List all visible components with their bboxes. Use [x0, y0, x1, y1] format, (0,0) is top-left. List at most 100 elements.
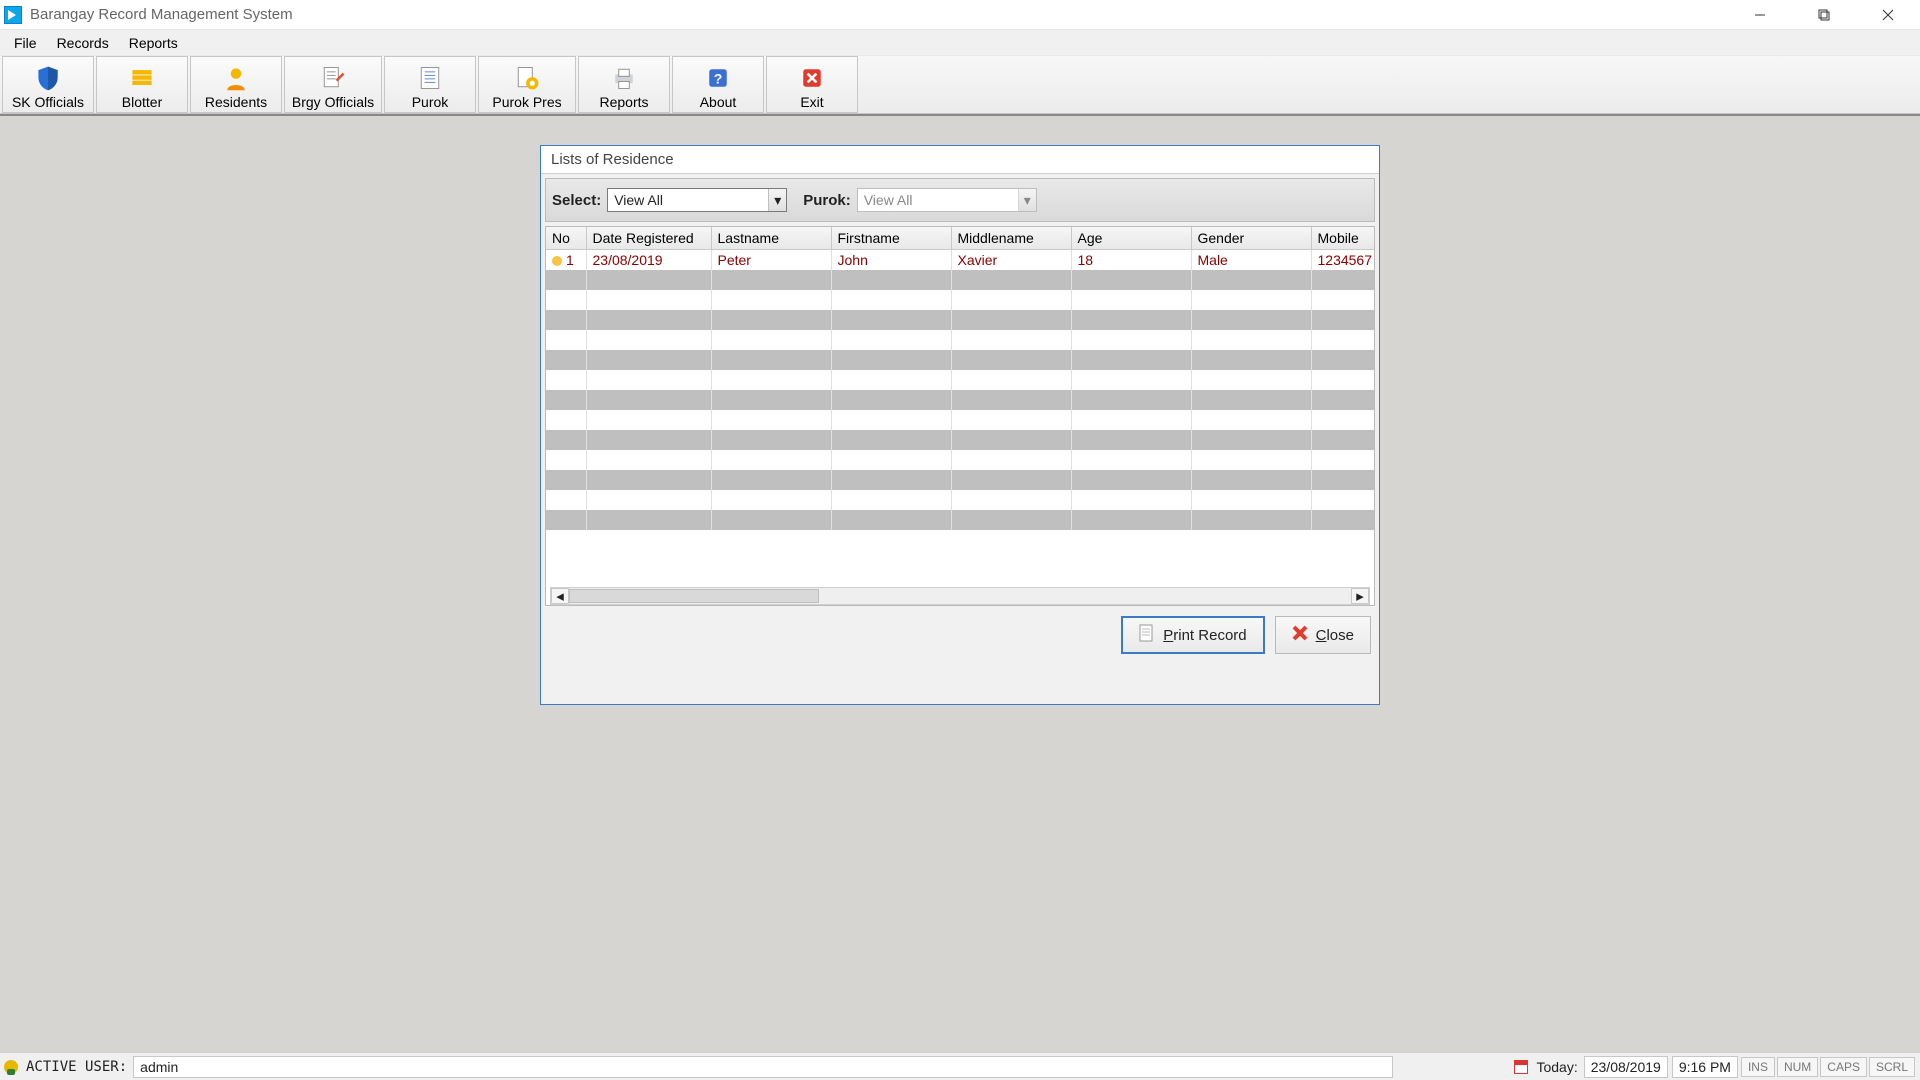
- table-row-empty: [546, 410, 1375, 430]
- table-body: 123/08/2019PeterJohnXavier18Male1234567: [546, 250, 1375, 530]
- toolbar-label: About: [700, 94, 737, 110]
- today-time: 9:16 PM: [1672, 1056, 1738, 1078]
- chevron-down-icon: ▾: [1018, 189, 1036, 211]
- status-scrl: SCRL: [1869, 1057, 1915, 1077]
- menu-reports[interactable]: Reports: [119, 32, 188, 54]
- select-label: Select:: [552, 192, 601, 209]
- toolbar-label: Exit: [800, 94, 823, 110]
- status-ins: INS: [1741, 1057, 1775, 1077]
- menu-file[interactable]: File: [4, 32, 47, 54]
- dialog-footer: Print Record Close: [541, 606, 1379, 662]
- toolbar-label: Blotter: [122, 94, 162, 110]
- close-icon: [798, 64, 826, 92]
- title-bar: Barangay Record Management System: [0, 0, 1920, 30]
- residence-list-dialog: Lists of Residence Select: View All ▾ Pu…: [540, 145, 1380, 705]
- table-row-empty: [546, 390, 1375, 410]
- status-caps: CAPS: [1820, 1057, 1867, 1077]
- table-row-empty: [546, 350, 1375, 370]
- window-title: Barangay Record Management System: [30, 6, 293, 23]
- scroll-thumb[interactable]: [569, 589, 819, 603]
- print-record-button[interactable]: Print Record: [1121, 616, 1264, 654]
- minimize-button[interactable]: [1742, 1, 1778, 29]
- select-combo-value: View All: [614, 192, 663, 208]
- page-icon: [1139, 624, 1155, 646]
- toolbar-reports[interactable]: Reports: [578, 56, 670, 113]
- chevron-down-icon: ▾: [768, 189, 786, 211]
- purok-combo[interactable]: View All ▾: [857, 188, 1037, 212]
- row-indicator-icon: [552, 256, 562, 266]
- stack-icon: [128, 64, 156, 92]
- document-edit-icon: [319, 64, 347, 92]
- table-header-row: No Date Registered Lastname Firstname Mi…: [546, 227, 1375, 250]
- scroll-left-icon[interactable]: ◂: [551, 588, 569, 604]
- toolbar-label: Reports: [599, 94, 648, 110]
- gear-icon: [513, 64, 541, 92]
- select-combo[interactable]: View All ▾: [607, 188, 787, 212]
- scroll-right-icon[interactable]: ▸: [1351, 588, 1369, 604]
- person-icon: [222, 64, 250, 92]
- help-icon: ?: [704, 64, 732, 92]
- col-middlename[interactable]: Middlename: [951, 227, 1071, 250]
- close-button[interactable]: Close: [1275, 616, 1371, 654]
- toolbar-about[interactable]: ? About: [672, 56, 764, 113]
- purok-label: Purok:: [803, 192, 851, 209]
- table-row-empty: [546, 310, 1375, 330]
- residence-table: No Date Registered Lastname Firstname Mi…: [546, 227, 1375, 530]
- maximize-button[interactable]: [1806, 1, 1842, 29]
- table-row-empty: [546, 330, 1375, 350]
- toolbar-label: Purok: [412, 94, 449, 110]
- svg-text:?: ?: [714, 70, 723, 86]
- calendar-icon: [1514, 1060, 1528, 1074]
- horizontal-scrollbar[interactable]: ◂ ▸: [550, 587, 1370, 605]
- active-user-label: ACTIVE USER:: [22, 1059, 131, 1075]
- window-controls: [1742, 1, 1916, 29]
- filter-bar: Select: View All ▾ Purok: View All ▾: [545, 178, 1375, 222]
- toolbar-label: Residents: [205, 94, 267, 110]
- list-icon: [416, 64, 444, 92]
- col-gender[interactable]: Gender: [1191, 227, 1311, 250]
- shield-icon: [34, 64, 62, 92]
- close-button[interactable]: [1870, 1, 1906, 29]
- app-icon: [4, 6, 22, 24]
- toolbar-brgy-officials[interactable]: Brgy Officials: [284, 56, 382, 113]
- menu-bar: File Records Reports: [0, 30, 1920, 56]
- table-row-empty: [546, 370, 1375, 390]
- toolbar-sk-officials[interactable]: SK Officials: [2, 56, 94, 113]
- col-mobile[interactable]: Mobile: [1311, 227, 1375, 250]
- col-age[interactable]: Age: [1071, 227, 1191, 250]
- user-icon: [4, 1060, 18, 1074]
- toolbar-label: SK Officials: [12, 94, 84, 110]
- col-lastname[interactable]: Lastname: [711, 227, 831, 250]
- toolbar-residents[interactable]: Residents: [190, 56, 282, 113]
- close-label: Close: [1316, 627, 1354, 644]
- printer-icon: [610, 64, 638, 92]
- today-label: Today:: [1532, 1059, 1581, 1075]
- toolbar-label: Purok Pres: [492, 94, 561, 110]
- table-row-empty: [546, 490, 1375, 510]
- col-no[interactable]: No: [546, 227, 586, 250]
- purok-combo-value: View All: [864, 192, 913, 208]
- col-firstname[interactable]: Firstname: [831, 227, 951, 250]
- table-row-empty: [546, 290, 1375, 310]
- toolbar-purok-pres[interactable]: Purok Pres: [478, 56, 576, 113]
- col-date-registered[interactable]: Date Registered: [586, 227, 711, 250]
- menu-records[interactable]: Records: [47, 32, 119, 54]
- table-row-empty: [546, 510, 1375, 530]
- toolbar-purok[interactable]: Purok: [384, 56, 476, 113]
- table-row-empty: [546, 270, 1375, 290]
- residence-table-wrapper: No Date Registered Lastname Firstname Mi…: [545, 226, 1375, 606]
- today-date: 23/08/2019: [1584, 1056, 1668, 1078]
- table-row-empty: [546, 450, 1375, 470]
- active-user-value: admin: [133, 1056, 1393, 1078]
- toolbar-exit[interactable]: Exit: [766, 56, 858, 113]
- table-row-empty: [546, 470, 1375, 490]
- dialog-title: Lists of Residence: [541, 146, 1379, 174]
- status-bar: ACTIVE USER: admin Today: 23/08/2019 9:1…: [0, 1052, 1920, 1080]
- print-record-label: Print Record: [1163, 627, 1246, 644]
- status-num: NUM: [1777, 1057, 1818, 1077]
- table-row[interactable]: 123/08/2019PeterJohnXavier18Male1234567: [546, 250, 1375, 270]
- x-icon: [1292, 625, 1308, 645]
- toolbar: SK Officials Blotter Residents Brgy Offi…: [0, 56, 1920, 114]
- toolbar-blotter[interactable]: Blotter: [96, 56, 188, 113]
- table-row-empty: [546, 430, 1375, 450]
